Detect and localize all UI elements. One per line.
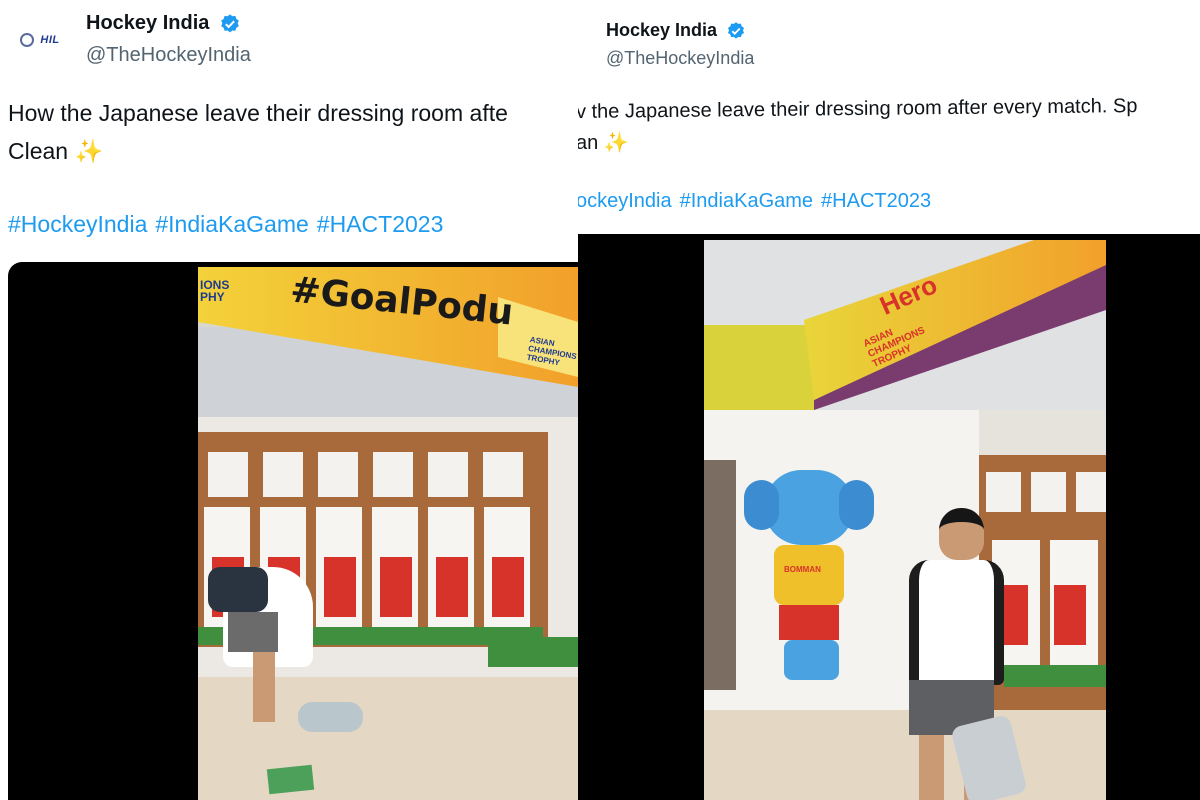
hashtag-link[interactable]: #HockeyIndia bbox=[8, 211, 147, 237]
verified-badge-icon bbox=[728, 22, 745, 39]
account-avatar[interactable]: HIL bbox=[8, 18, 72, 62]
account-avatar[interactable]: L bbox=[578, 26, 592, 60]
hockey-india-emblem-icon bbox=[20, 33, 35, 47]
dressing-room-photo: #GoalPodu IONS PHY ASIAN CHAMPIONS TROPH… bbox=[198, 267, 578, 800]
hashtag-link[interactable]: #HACT2023 bbox=[317, 211, 444, 237]
player-head bbox=[939, 508, 984, 560]
tweet-video[interactable]: Hero ASIAN CHAMPIONS TROPHY BOMMAN bbox=[578, 234, 1200, 800]
tweet-text-line-1: v the Japanese leave their dressing room… bbox=[578, 95, 1138, 123]
tweet-text-line-2: an ✨ bbox=[578, 130, 629, 155]
player-jerseys bbox=[996, 585, 1106, 645]
player-shirt bbox=[909, 560, 1004, 685]
hashtag-link[interactable]: #IndiaKaGame bbox=[155, 211, 308, 237]
side-bench bbox=[488, 637, 578, 667]
sparkles-icon: ✨ bbox=[603, 132, 629, 154]
mascot-ear-left bbox=[744, 480, 779, 530]
avatar-logo-text: L bbox=[578, 37, 579, 49]
sparkles-icon: ✨ bbox=[74, 138, 104, 164]
hashtag-row: ockeyIndia #IndiaKaGame #HACT2023 bbox=[578, 190, 939, 213]
hashtag-link[interactable]: #IndiaKaGame bbox=[680, 190, 813, 212]
hashtag-row: #HockeyIndia #IndiaKaGame #HACT2023 bbox=[8, 211, 451, 238]
right-tweet-screenshot: L Hockey India @TheHockeyIndia v the Jap… bbox=[578, 0, 1200, 800]
locker-cubby-row bbox=[986, 472, 1106, 512]
mascot-shorts bbox=[779, 605, 839, 640]
player-backpack bbox=[208, 567, 268, 612]
account-name-row[interactable]: Hockey India bbox=[606, 20, 746, 41]
left-tweet-screenshot: HIL Hockey India @TheHockeyIndia How the… bbox=[0, 0, 578, 800]
account-name[interactable]: Hockey India bbox=[86, 12, 209, 34]
tweet-text-line-2: Clean ✨ bbox=[8, 138, 103, 165]
locker-cubby-row bbox=[208, 452, 538, 497]
tweet-text-line-1: How the Japanese leave their dressing ro… bbox=[8, 100, 508, 126]
tweet-text-clean: an bbox=[578, 132, 599, 154]
player-shorts bbox=[228, 612, 278, 652]
account-name-row[interactable]: Hockey India bbox=[86, 12, 241, 35]
tweet-text-clean: Clean bbox=[8, 138, 69, 164]
mascot-legs bbox=[784, 640, 839, 680]
hashtag-link[interactable]: ockeyIndia bbox=[578, 190, 672, 212]
account-handle[interactable]: @TheHockeyIndia bbox=[86, 44, 251, 67]
elephant-mascot-illustration: BOMMAN bbox=[744, 470, 874, 685]
verified-badge-icon bbox=[221, 14, 239, 33]
book-on-floor bbox=[266, 764, 315, 795]
hero-banner bbox=[804, 240, 1106, 410]
account-handle[interactable]: @TheHockeyIndia bbox=[606, 48, 754, 69]
account-name[interactable]: Hockey India bbox=[606, 20, 717, 40]
banner-side-text: IONS PHY bbox=[200, 278, 230, 304]
player-legs bbox=[253, 652, 275, 722]
doorway bbox=[704, 460, 736, 690]
mascot-ear-right bbox=[839, 480, 874, 530]
mascot-jersey bbox=[774, 545, 844, 605]
tweet-video[interactable]: #GoalPodu IONS PHY ASIAN CHAMPIONS TROPH… bbox=[8, 262, 578, 800]
avatar-logo-text: HIL bbox=[40, 34, 60, 46]
kit-bag bbox=[298, 702, 363, 732]
dressing-room-photo: Hero ASIAN CHAMPIONS TROPHY BOMMAN bbox=[704, 240, 1106, 800]
floor bbox=[704, 710, 1106, 800]
hashtag-link[interactable]: #HACT2023 bbox=[821, 190, 931, 212]
mascot-label: BOMMAN bbox=[784, 565, 821, 574]
bench bbox=[1004, 665, 1106, 687]
